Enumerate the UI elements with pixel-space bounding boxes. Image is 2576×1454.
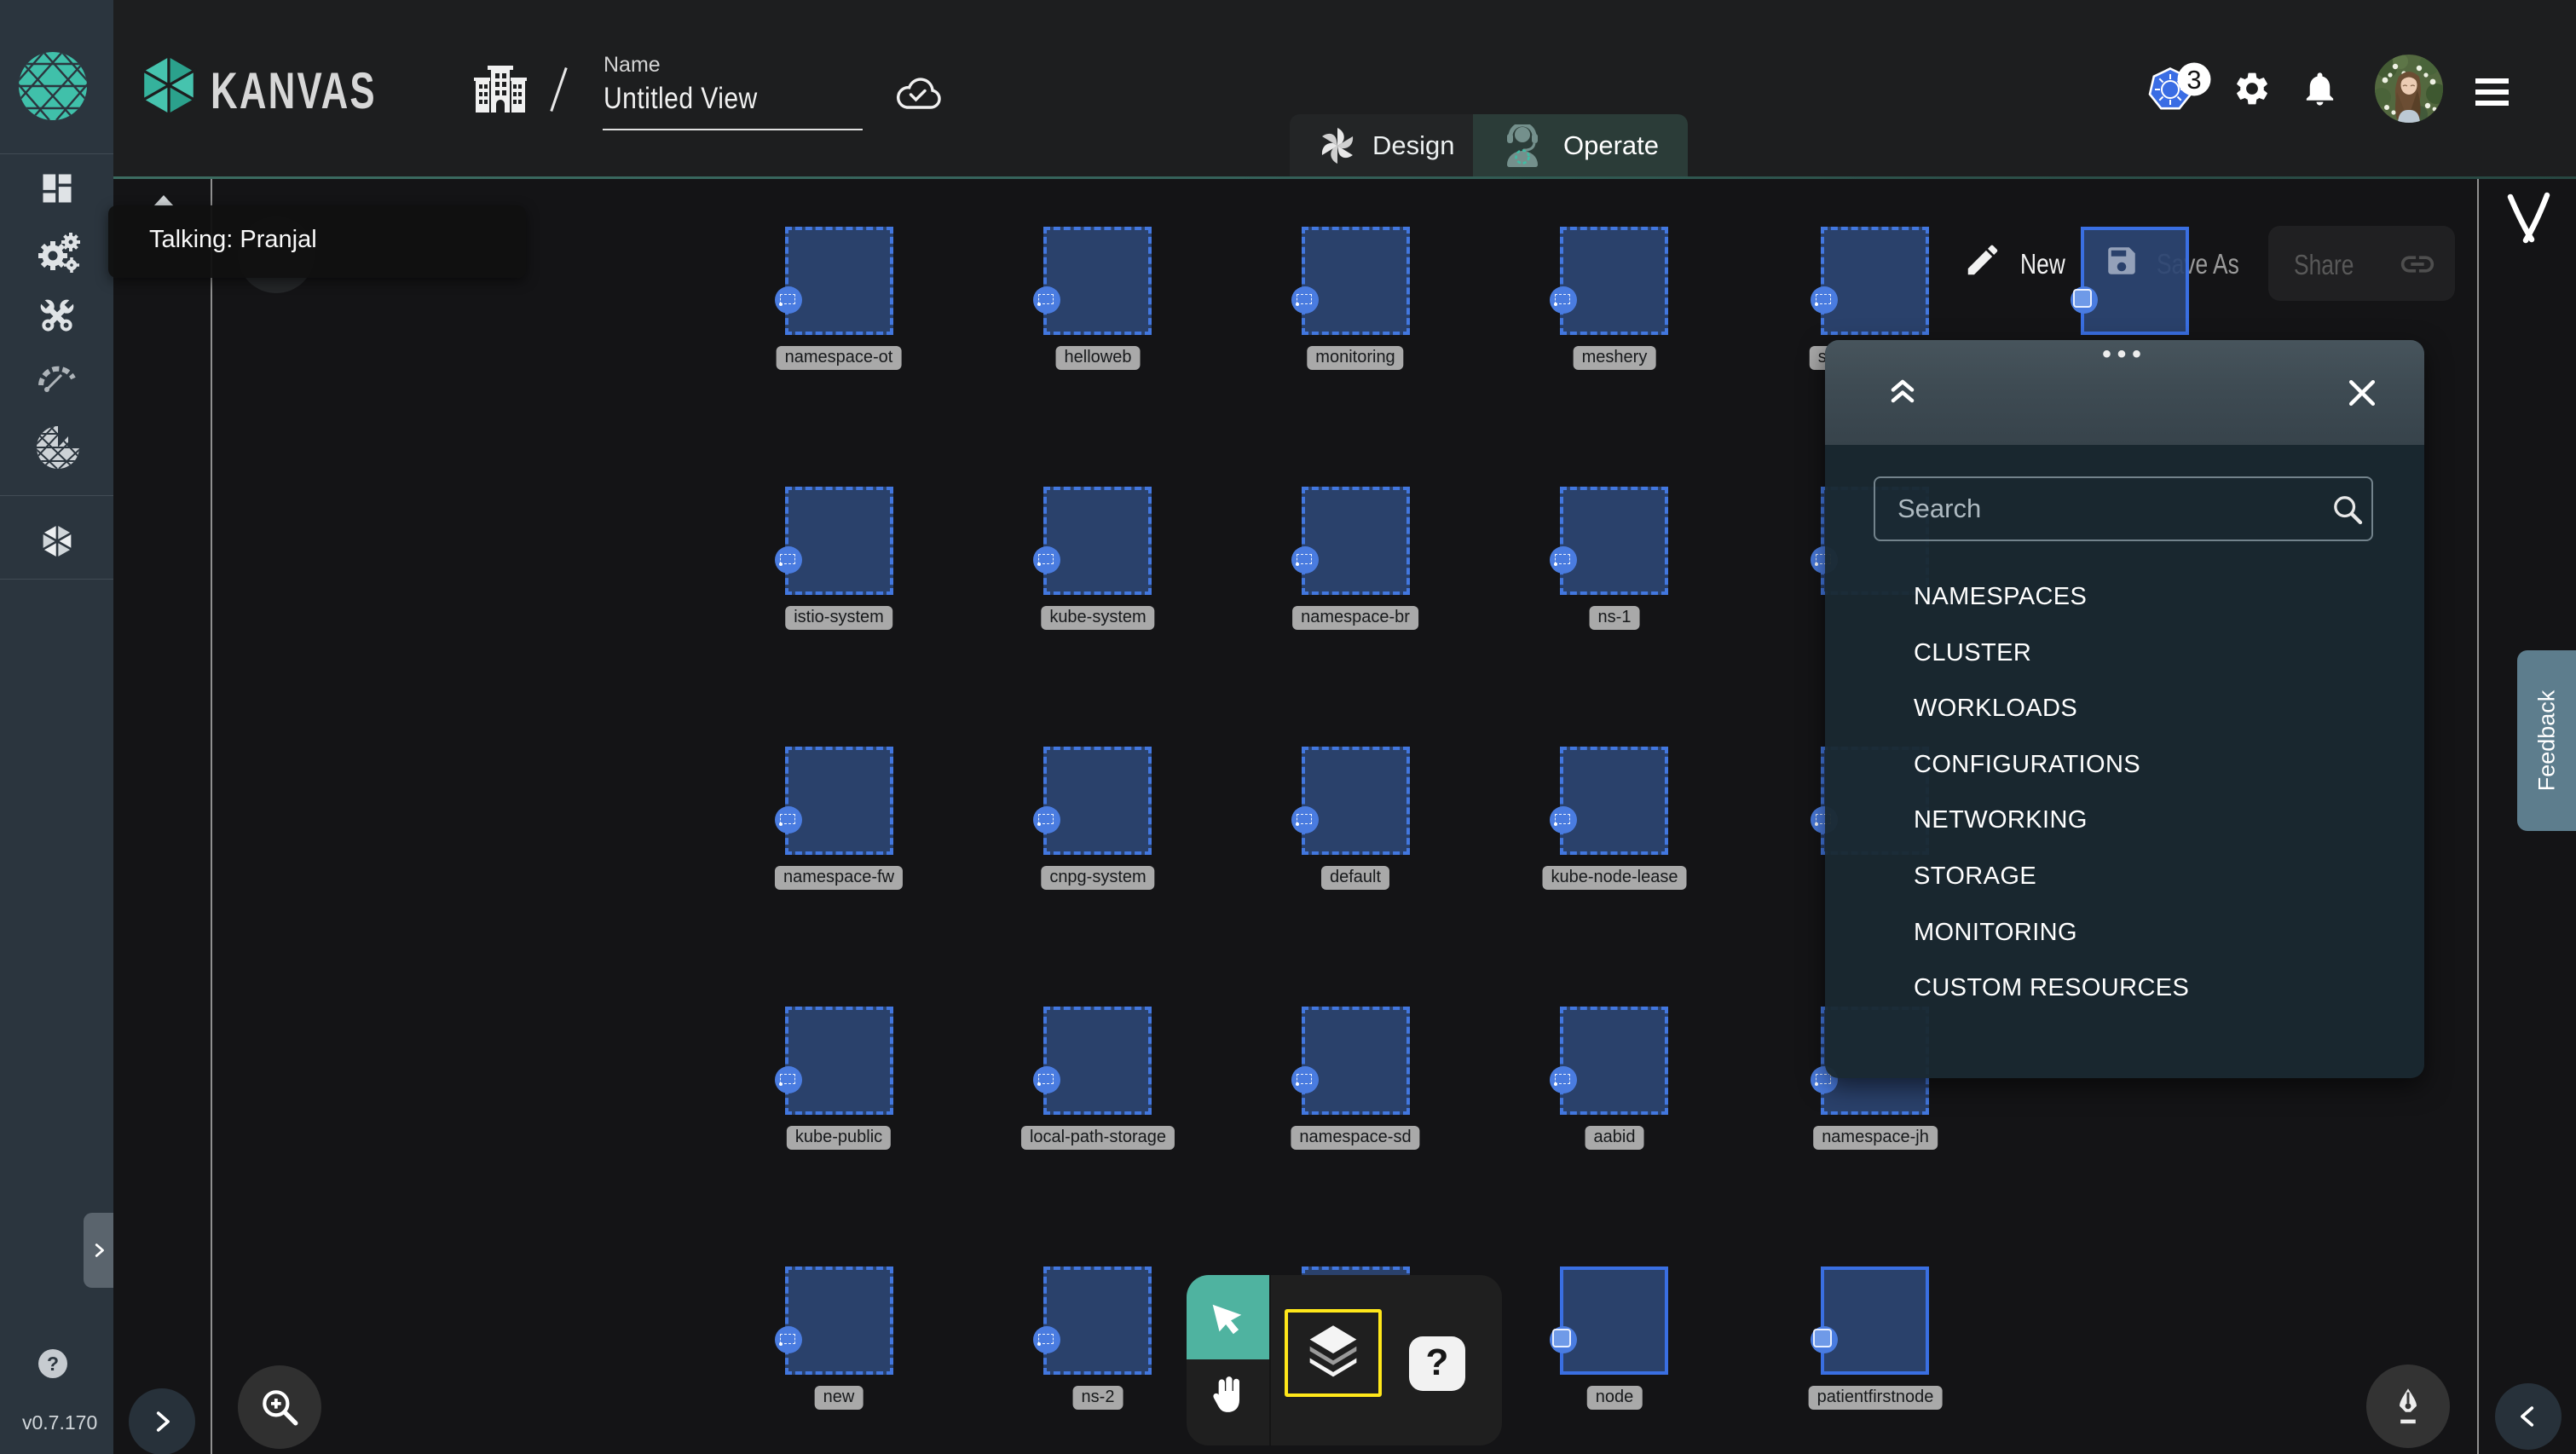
svg-text:3: 3 [2186,65,2201,95]
